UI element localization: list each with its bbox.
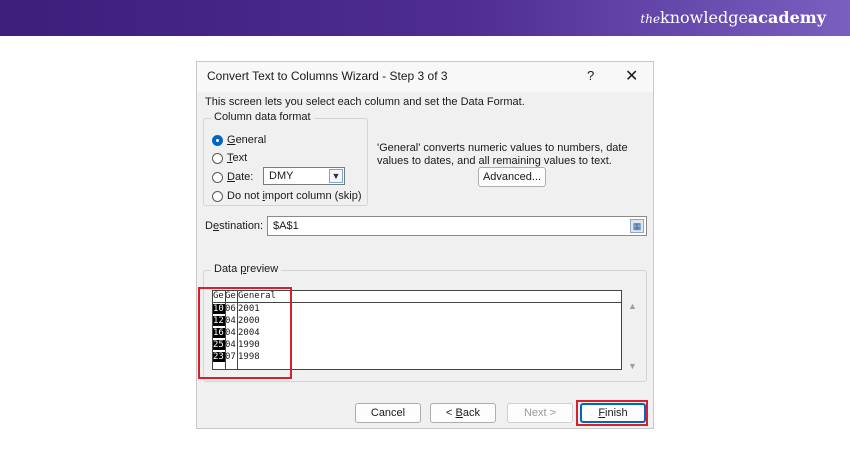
preview-cell: 04 bbox=[225, 340, 236, 350]
preview-cell: 06 bbox=[225, 304, 236, 314]
preview-row: 16 04 2004 bbox=[213, 328, 621, 340]
data-preview-label: Data preview bbox=[211, 263, 282, 275]
preview-header-2[interactable]: Ge bbox=[225, 291, 237, 301]
destination-label: Destination: bbox=[205, 220, 264, 232]
range-select-icon[interactable]: ▦ bbox=[630, 219, 644, 233]
close-icon[interactable]: ✕ bbox=[625, 66, 638, 86]
brand-logo: theknowledgeacademy bbox=[640, 8, 826, 27]
radio-text[interactable]: Text bbox=[212, 151, 247, 165]
help-button[interactable]: ? bbox=[587, 68, 594, 83]
header-banner: theknowledgeacademy bbox=[0, 0, 850, 36]
radio-general-rest: eneral bbox=[235, 134, 267, 146]
preview-row: 25 04 1990 bbox=[213, 340, 621, 352]
date-format-select[interactable]: DMY ▼ bbox=[263, 167, 345, 185]
radio-text-icon[interactable] bbox=[212, 152, 223, 164]
preview-row: 10 06 2001 bbox=[213, 304, 621, 316]
date-format-value: DMY bbox=[269, 170, 294, 182]
scroll-up-icon[interactable]: ▲ bbox=[628, 301, 637, 311]
preview-cell: 10 bbox=[213, 304, 225, 314]
preview-cell: 04 bbox=[225, 328, 236, 338]
preview-cell: 04 bbox=[225, 316, 236, 326]
column-data-format-group: Column data format General Text Date: Do… bbox=[203, 111, 368, 206]
back-button[interactable]: < Back bbox=[430, 403, 496, 423]
preview-grid[interactable]: Ge Ge General 10 06 2001 12 04 2000 16 0… bbox=[212, 290, 622, 370]
brand-main: knowledge bbox=[660, 8, 748, 27]
format-info-text: 'General' converts numeric values to num… bbox=[377, 142, 628, 167]
destination-field[interactable]: $A$1 ▦ bbox=[267, 216, 647, 236]
preview-row: 23 07 1998 bbox=[213, 352, 621, 364]
radio-date-label: Date: bbox=[227, 171, 254, 183]
radio-skip-icon[interactable] bbox=[212, 190, 223, 202]
advanced-button[interactable]: Advanced... bbox=[478, 167, 546, 187]
next-button[interactable]: Next > bbox=[507, 403, 573, 423]
preview-cell: 25 bbox=[213, 340, 225, 350]
preview-cell: 07 bbox=[225, 352, 236, 362]
radio-text-label: Text bbox=[227, 152, 248, 164]
preview-cell: 12 bbox=[213, 316, 225, 326]
destination-value: $A$1 bbox=[273, 220, 299, 232]
radio-skip-label: Do not import column (skip) bbox=[227, 190, 362, 202]
radio-general-icon[interactable] bbox=[212, 134, 223, 146]
data-preview-group: Data preview Ge Ge General 10 06 2001 12… bbox=[203, 263, 647, 382]
preview-header-1[interactable]: Ge bbox=[213, 291, 225, 301]
preview-cell: 23 bbox=[213, 352, 225, 362]
preview-cell: 2000 bbox=[238, 316, 260, 326]
preview-cell: 2001 bbox=[238, 304, 260, 314]
dialog-title: Convert Text to Columns Wizard - Step 3 … bbox=[207, 69, 448, 83]
scroll-down-icon[interactable]: ▼ bbox=[628, 361, 637, 371]
preview-scrollbar[interactable]: ▲ ▼ bbox=[626, 301, 640, 371]
radio-general-label: General bbox=[227, 134, 267, 146]
preview-cell: 1990 bbox=[238, 340, 260, 350]
preview-cell: 2004 bbox=[238, 328, 260, 338]
chevron-down-icon[interactable]: ▼ bbox=[329, 169, 343, 183]
brand-prefix: the bbox=[640, 12, 661, 26]
preview-cell: 1998 bbox=[238, 352, 260, 362]
radio-skip[interactable]: Do not import column (skip) bbox=[212, 189, 362, 203]
radio-general[interactable]: General bbox=[212, 133, 266, 147]
preview-header-row: Ge Ge General bbox=[213, 291, 621, 303]
finish-button[interactable]: Finish bbox=[580, 403, 646, 423]
preview-header-3[interactable]: General bbox=[238, 291, 276, 301]
text-to-columns-dialog: Convert Text to Columns Wizard - Step 3 … bbox=[196, 61, 654, 429]
dialog-titlebar: Convert Text to Columns Wizard - Step 3 … bbox=[197, 62, 653, 92]
preview-row: 12 04 2000 bbox=[213, 316, 621, 328]
radio-date-icon[interactable] bbox=[212, 171, 223, 183]
brand-bold: academy bbox=[747, 8, 826, 27]
preview-cell: 16 bbox=[213, 328, 225, 338]
radio-date[interactable]: Date: bbox=[212, 170, 253, 184]
column-data-format-label: Column data format bbox=[211, 111, 314, 123]
dialog-description: This screen lets you select each column … bbox=[205, 96, 525, 108]
cancel-button[interactable]: Cancel bbox=[355, 403, 421, 423]
